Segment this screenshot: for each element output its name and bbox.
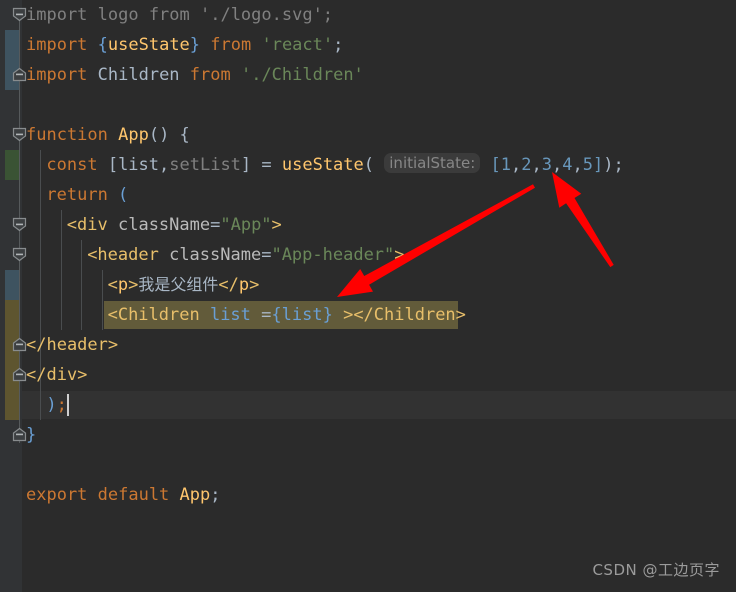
code-token: ; [56, 395, 67, 415]
code-token: 1 [500, 155, 512, 175]
code-token: p [238, 275, 250, 295]
code-line[interactable]: import {useState} from 'react'; [26, 30, 343, 60]
code-token: className [117, 215, 211, 235]
code-token: ( [118, 185, 129, 205]
code-token: = [261, 305, 272, 325]
code-token: ); [603, 155, 624, 175]
code-token: 3 [541, 155, 553, 175]
code-token: 'react' [261, 35, 334, 55]
code-token: </ [218, 275, 239, 295]
code-token: 2 [521, 155, 532, 175]
code-token: = [210, 215, 221, 235]
code-token: </header> [26, 335, 119, 355]
code-token: , [511, 155, 522, 175]
code-line[interactable]: </header> [26, 330, 118, 360]
code-line[interactable]: ); [46, 390, 67, 420]
code-token: "App" [220, 215, 272, 235]
code-line[interactable]: <header className="App-header"> [87, 240, 404, 270]
code-token: , [572, 155, 583, 175]
code-line[interactable]: import Children from './Children' [26, 60, 364, 90]
code-token: 5 [582, 155, 594, 175]
code-token: [ [490, 155, 501, 175]
code-token: } [322, 305, 333, 325]
code-token: function [26, 125, 119, 145]
code-token: p [117, 275, 129, 295]
code-token: </div> [26, 365, 88, 385]
code-token: 我是父组件 [138, 275, 219, 294]
code-token: > [271, 215, 282, 235]
code-token: = [261, 245, 272, 265]
code-token: return [46, 185, 119, 205]
code-token: } [26, 425, 37, 445]
code-token: () { [148, 125, 190, 145]
code-token: App [118, 125, 149, 145]
code-token: <div [66, 215, 118, 235]
code-token: , [531, 155, 542, 175]
code-line[interactable]: export default App; [26, 480, 221, 510]
code-token: list [209, 305, 262, 325]
code-line[interactable]: const [list,setList] = useState( initial… [46, 150, 624, 180]
code-token: } [189, 35, 201, 55]
code-line[interactable]: <Children list ={list} ></Children> [108, 300, 466, 330]
code-token: "App-header" [271, 245, 395, 265]
watermark-text: CSDN @工边页字 [592, 561, 720, 579]
code-token: ; [333, 35, 344, 55]
code-token: setList [169, 155, 241, 175]
code-token: <header [87, 245, 170, 265]
code-token: ( [363, 155, 375, 175]
code-line[interactable]: function App() { [26, 120, 190, 150]
code-token: { [271, 305, 282, 325]
code-line[interactable]: <div className="App"> [67, 210, 282, 240]
code-token: const [46, 155, 108, 175]
code-line[interactable]: return ( [46, 180, 128, 210]
code-token: <Children [107, 305, 210, 325]
code-token: Children [97, 65, 180, 85]
code-token: [ [107, 155, 119, 175]
code-token: import [26, 35, 98, 55]
code-token: './Children' [240, 65, 364, 85]
code-token: import logo from './logo.svg'; [26, 5, 334, 25]
code-token: import [26, 65, 98, 85]
code-token: export default [26, 485, 180, 505]
code-token: ) [46, 395, 57, 415]
code-token: , [552, 155, 563, 175]
code-token: App [179, 485, 211, 505]
code-token: className [169, 245, 262, 265]
code-token: , [159, 155, 170, 175]
parameter-hint-inlay: initialState: [384, 153, 481, 173]
code-token: from [200, 35, 262, 55]
code-token: list [118, 155, 160, 175]
code-token: { [97, 35, 108, 55]
code-token: useState [281, 155, 364, 175]
code-token: ></Children> [332, 305, 466, 325]
code-token: 4 [562, 155, 573, 175]
code-line[interactable]: import logo from './logo.svg'; [26, 0, 333, 30]
code-editor-window: import logo from './logo.svg'; import {us… [0, 0, 736, 592]
code-token: list [281, 305, 323, 325]
code-line[interactable]: } [26, 420, 36, 450]
code-token: ] = [240, 155, 282, 175]
code-token: > [128, 275, 139, 295]
code-lines[interactable]: import logo from './logo.svg'; import {us… [0, 0, 736, 592]
code-token: < [107, 275, 118, 295]
code-line[interactable]: <p>我是父组件</p> [108, 270, 260, 300]
code-token: ] [593, 155, 604, 175]
code-token: > [249, 275, 260, 295]
code-token: from [179, 65, 241, 85]
text-caret [66, 394, 69, 416]
code-token: useState [107, 35, 190, 55]
code-token: > [394, 245, 405, 265]
code-token: ; [210, 485, 221, 505]
code-line[interactable]: </div> [26, 360, 87, 390]
